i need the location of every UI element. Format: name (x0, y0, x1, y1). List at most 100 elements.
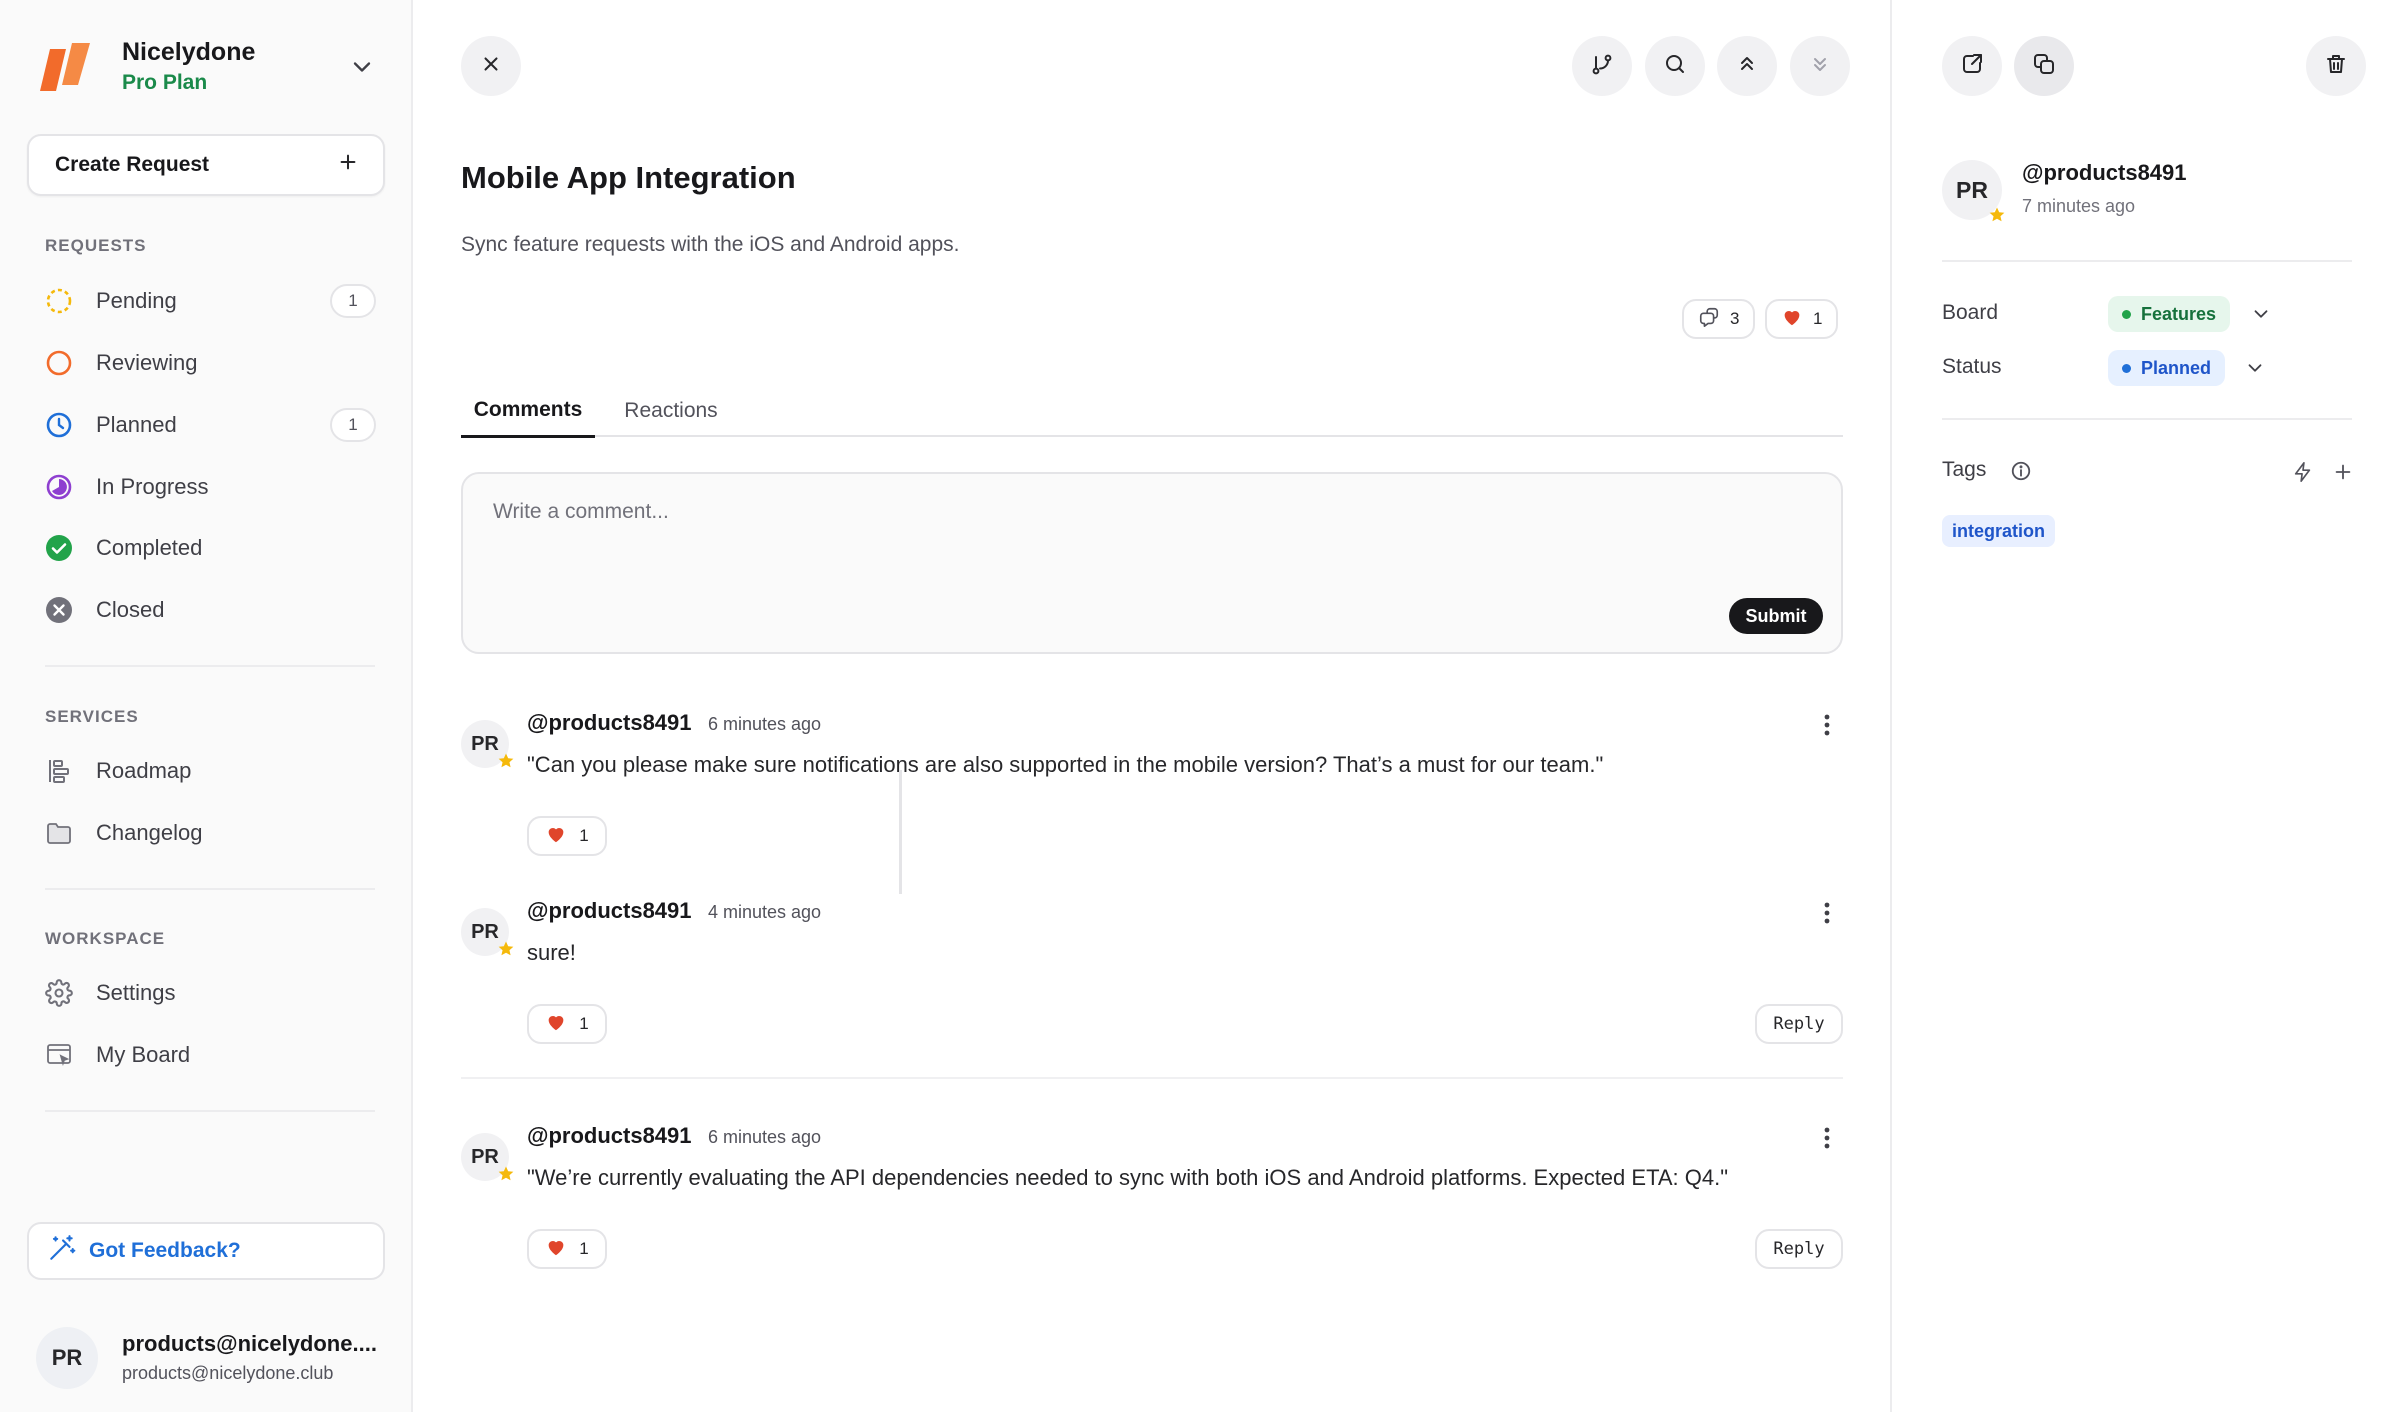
reaction-button[interactable]: 1 (527, 1229, 607, 1269)
request-description: Sync feature requests with the iOS and A… (461, 233, 960, 256)
sidebar-item-roadmap[interactable]: Roadmap (30, 744, 382, 798)
tab-reactions[interactable]: Reactions (611, 385, 731, 437)
comment-text: "Can you please make sure notifications … (527, 752, 1604, 777)
divider (45, 888, 375, 890)
merge-button[interactable] (1572, 36, 1632, 96)
gear-icon (44, 978, 74, 1008)
sidebar-item-label: Roadmap (96, 758, 192, 783)
sidebar-item-label: My Board (96, 1042, 191, 1067)
author-name[interactable]: @products8491 (2022, 160, 2187, 186)
star-icon (1988, 206, 2006, 224)
status-value: Planned (2141, 357, 2212, 378)
sidebar-item-settings[interactable]: Settings (30, 966, 382, 1020)
board-select[interactable]: Features (2108, 296, 2231, 332)
more-options-icon[interactable] (1815, 710, 1839, 740)
comment-input[interactable] (463, 474, 1841, 652)
copy-icon (2032, 52, 2056, 81)
info-icon[interactable] (2010, 460, 2032, 487)
heart-icon (545, 1236, 567, 1263)
comment-author[interactable]: @products8491 (527, 1123, 692, 1149)
divider (1942, 418, 2352, 420)
comment-text: sure! (527, 940, 576, 965)
tag-chip[interactable]: integration (1942, 515, 2055, 547)
chevrons-down-icon (1808, 52, 1832, 81)
sidebar-item-label: Pending (96, 288, 177, 313)
divider (45, 1110, 375, 1112)
sidebar-item-label: Changelog (96, 820, 203, 845)
count-badge: 1 (330, 408, 376, 442)
comment-time: 6 minutes ago (708, 1127, 822, 1147)
clock-icon (44, 410, 74, 440)
more-options-icon[interactable] (1815, 898, 1839, 928)
sidebar-item-my-board[interactable]: My Board (30, 1028, 382, 1082)
tab-comments[interactable]: Comments (461, 385, 595, 438)
close-button[interactable] (461, 36, 521, 96)
duplicate-button[interactable] (2014, 36, 2074, 96)
board-label: Board (1942, 301, 1999, 324)
status-select[interactable]: Planned (2108, 350, 2226, 386)
sidebar-item-label: Closed (96, 597, 165, 622)
star-icon (497, 752, 515, 770)
nicelydone-logo-icon (36, 37, 96, 97)
next-request-button[interactable] (1790, 36, 1850, 96)
search-button[interactable] (1645, 36, 1705, 96)
sidebar-item-in-progress[interactable]: In Progress (30, 460, 382, 514)
sidebar-item-reviewing[interactable]: Reviewing (30, 336, 382, 390)
status-dot (2122, 309, 2131, 319)
comment-author[interactable]: @products8491 (527, 898, 692, 924)
sidebar-item-pending[interactable]: Pending 1 (30, 274, 382, 328)
status-label: Status (1942, 355, 2002, 378)
sidebar-item-completed[interactable]: Completed (30, 521, 382, 575)
submit-button[interactable]: Submit (1729, 598, 1823, 634)
more-options-icon[interactable] (1815, 1123, 1839, 1153)
previous-request-button[interactable] (1717, 36, 1777, 96)
reply-button[interactable]: Reply (1755, 1229, 1843, 1269)
sidebar-item-planned[interactable]: Planned 1 (30, 398, 382, 452)
status-dot (2122, 363, 2131, 373)
feedback-label: Got Feedback? (89, 1239, 241, 1262)
chevron-down-icon[interactable] (2250, 303, 2272, 325)
comment-count-badge[interactable]: 3 (1682, 299, 1756, 339)
check-circle-icon (44, 533, 74, 563)
delete-button[interactable] (2306, 36, 2366, 96)
reply-button[interactable]: Reply (1755, 1004, 1843, 1044)
reaction-count: 1 (579, 826, 589, 845)
chevron-down-icon[interactable] (348, 53, 376, 81)
folder-icon (44, 818, 74, 848)
page-title: Mobile App Integration (461, 160, 796, 195)
comments-icon (1698, 306, 1720, 333)
sidebar-item-label: Completed (96, 535, 203, 560)
chevrons-up-icon (1735, 52, 1759, 81)
git-merge-icon (1590, 52, 1614, 81)
sidebar-item-changelog[interactable]: Changelog (30, 806, 382, 860)
request-author: PR @products8491 7 minutes ago (1942, 158, 2352, 234)
chevron-down-icon[interactable] (2244, 357, 2266, 379)
tags-label: Tags (1942, 458, 1987, 481)
heart-icon (545, 1011, 567, 1038)
create-request-button[interactable]: Create Request (27, 134, 385, 196)
plus-icon[interactable] (2332, 461, 2354, 488)
sidebar-item-closed[interactable]: Closed (30, 583, 382, 637)
lightning-icon[interactable] (2292, 461, 2314, 488)
comment-author[interactable]: @products8491 (527, 710, 692, 736)
user-name: products@nicelydone.... (122, 1331, 377, 1356)
workspace-switcher[interactable]: Nicelydone Pro Plan (36, 32, 376, 102)
got-feedback-button[interactable]: Got Feedback? (27, 1222, 385, 1280)
heart-icon (545, 823, 567, 850)
sidebar-item-label: In Progress (96, 474, 209, 499)
open-external-button[interactable] (1942, 36, 2002, 96)
comment-composer: Submit (461, 472, 1843, 654)
sparkle-wand-icon (47, 1233, 77, 1269)
reaction-count-badge[interactable]: 1 (1765, 299, 1839, 339)
reaction-button[interactable]: 1 (527, 1004, 607, 1044)
half-circle-icon (44, 472, 74, 502)
user-email: products@nicelydone.club (122, 1363, 334, 1383)
reaction-count: 1 (579, 1014, 589, 1033)
divider (1942, 260, 2352, 262)
section-label-workspace: WORKSPACE (45, 929, 166, 948)
reaction-button[interactable]: 1 (527, 816, 607, 856)
user-account[interactable]: PR products@nicelydone.... products@nice… (36, 1326, 386, 1390)
roadmap-icon (44, 756, 74, 786)
divider (461, 1077, 1843, 1079)
create-request-label: Create Request (55, 153, 210, 176)
